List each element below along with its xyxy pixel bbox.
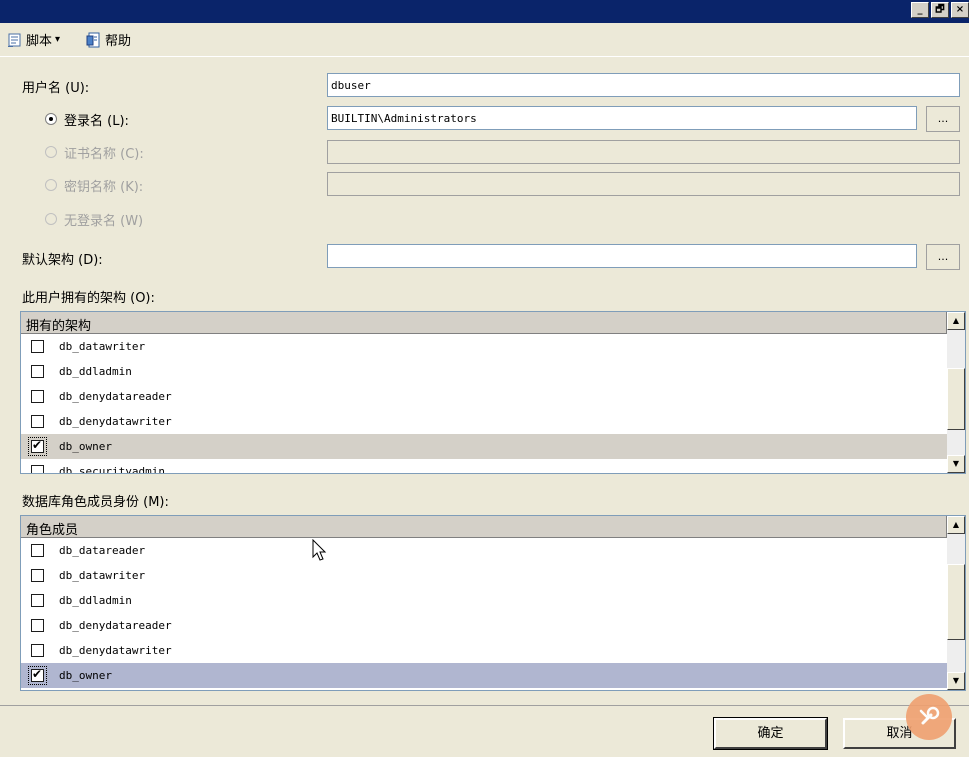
role-members-list[interactable]: 角色成员 db_datareader db_datawriter db_ddla… <box>20 515 966 691</box>
check-icon: ✔ <box>32 667 43 681</box>
mouse-cursor-icon <box>312 539 327 561</box>
help-doc-icon <box>86 32 100 47</box>
schema-name: db_ddladmin <box>59 365 132 378</box>
scroll-down-button[interactable]: ▼ <box>947 455 965 473</box>
schema-name: db_owner <box>59 440 112 453</box>
owned-schemas-scrollbar[interactable]: ▲ ▼ <box>947 312 965 473</box>
list-item[interactable]: db_datareader <box>21 538 947 563</box>
scroll-up-button[interactable]: ▲ <box>947 312 965 330</box>
list-item[interactable]: db_datawriter <box>21 334 947 359</box>
list-item[interactable]: db_securityadmin <box>21 459 947 474</box>
check-icon: ✔ <box>32 438 43 452</box>
minimize-button[interactable]: _ <box>911 2 929 18</box>
login-radio[interactable] <box>45 113 57 125</box>
owned-schemas-label: 此用户拥有的架构 (O): <box>22 291 155 306</box>
schema-name: db_datawriter <box>59 340 146 353</box>
schema-name: db_denydatareader <box>59 390 172 403</box>
help-button[interactable]: 帮助 <box>86 30 131 49</box>
list-item[interactable]: db_ddladmin <box>21 588 947 613</box>
checkbox[interactable] <box>31 465 44 473</box>
role-members-header[interactable]: 角色成员 <box>21 516 947 538</box>
role-name: db_owner <box>59 669 112 682</box>
scroll-down-button[interactable]: ▼ <box>947 672 965 690</box>
title-bar: _ 🗗 × <box>0 0 969 23</box>
certificate-radio[interactable] <box>45 146 57 158</box>
list-item[interactable]: db_denydatareader <box>21 613 947 638</box>
checkbox[interactable] <box>31 544 44 557</box>
default-schema-input[interactable] <box>327 244 917 268</box>
key-name-field[interactable] <box>327 172 960 196</box>
checkbox[interactable] <box>31 365 44 378</box>
checkbox[interactable] <box>31 644 44 657</box>
login-browse-button[interactable]: ... <box>926 106 960 132</box>
certificate-name-field[interactable] <box>327 140 960 164</box>
default-schema-browse-button[interactable]: ... <box>926 244 960 270</box>
default-schema-label: 默认架构 (D): <box>22 253 103 268</box>
scroll-thumb[interactable] <box>947 368 965 430</box>
script-icon <box>8 33 21 47</box>
script-label: 脚本 <box>26 34 53 49</box>
user-properties-form: 用户名 (U): 登录名 (L): ... 证书名称 (C): 密钥名称 (K)… <box>0 57 969 705</box>
username-label: 用户名 (U): <box>22 81 90 96</box>
scroll-thumb[interactable] <box>947 564 965 640</box>
list-item[interactable]: db_datawriter <box>21 563 947 588</box>
script-menu-button[interactable]: 脚本 ▾ <box>7 30 60 49</box>
role-name: db_datareader <box>59 544 146 557</box>
dialog-footer: 确定 取消 <box>0 705 969 757</box>
toolbar: 脚本 ▾ 帮助 <box>0 23 969 57</box>
schema-name: db_denydatawriter <box>59 415 172 428</box>
checkbox[interactable] <box>31 619 44 632</box>
owned-schemas-header[interactable]: 拥有的架构 <box>21 312 947 334</box>
checkbox[interactable] <box>31 415 44 428</box>
scroll-up-button[interactable]: ▲ <box>947 516 965 534</box>
login-radio-label: 登录名 (L): <box>64 114 129 129</box>
key-radio-label: 密钥名称 (K): <box>64 180 144 195</box>
list-item[interactable]: db_denydatawriter <box>21 409 947 434</box>
owned-schemas-list[interactable]: 拥有的架构 db_datawriter db_ddladmin db_denyd… <box>20 311 966 474</box>
wrench-icon[interactable] <box>906 694 952 740</box>
list-item-selected[interactable]: ✔ db_owner <box>21 434 947 459</box>
no-login-radio[interactable] <box>45 213 57 225</box>
list-item[interactable]: db_denydatareader <box>21 384 947 409</box>
role-members-scrollbar[interactable]: ▲ ▼ <box>947 516 965 690</box>
role-name: db_denydatawriter <box>59 644 172 657</box>
certificate-radio-label: 证书名称 (C): <box>64 147 144 162</box>
no-login-radio-label: 无登录名 (W) <box>64 214 144 229</box>
checkbox[interactable] <box>31 594 44 607</box>
restore-button[interactable]: 🗗 <box>931 2 949 18</box>
close-button[interactable]: × <box>951 2 969 18</box>
list-item[interactable]: db_denydatawriter <box>21 638 947 663</box>
list-item[interactable]: db_ddladmin <box>21 359 947 384</box>
checkbox[interactable] <box>31 340 44 353</box>
username-input[interactable] <box>327 73 960 97</box>
help-label: 帮助 <box>105 34 132 49</box>
checkbox-checked[interactable]: ✔ <box>28 437 47 456</box>
role-name: db_ddladmin <box>59 594 132 607</box>
login-name-input[interactable] <box>327 106 917 130</box>
schema-name: db_securityadmin <box>59 465 165 474</box>
checkbox-checked[interactable]: ✔ <box>28 666 47 685</box>
ok-button[interactable]: 确定 <box>713 717 828 750</box>
key-radio[interactable] <box>45 179 57 191</box>
list-item-selected[interactable]: ✔ db_owner <box>21 663 947 688</box>
checkbox[interactable] <box>31 390 44 403</box>
role-name: db_denydatareader <box>59 619 172 632</box>
role-name: db_datawriter <box>59 569 146 582</box>
checkbox[interactable] <box>31 569 44 582</box>
chevron-down-icon: ▾ <box>55 34 61 45</box>
role-members-label: 数据库角色成员身份 (M): <box>22 495 169 510</box>
